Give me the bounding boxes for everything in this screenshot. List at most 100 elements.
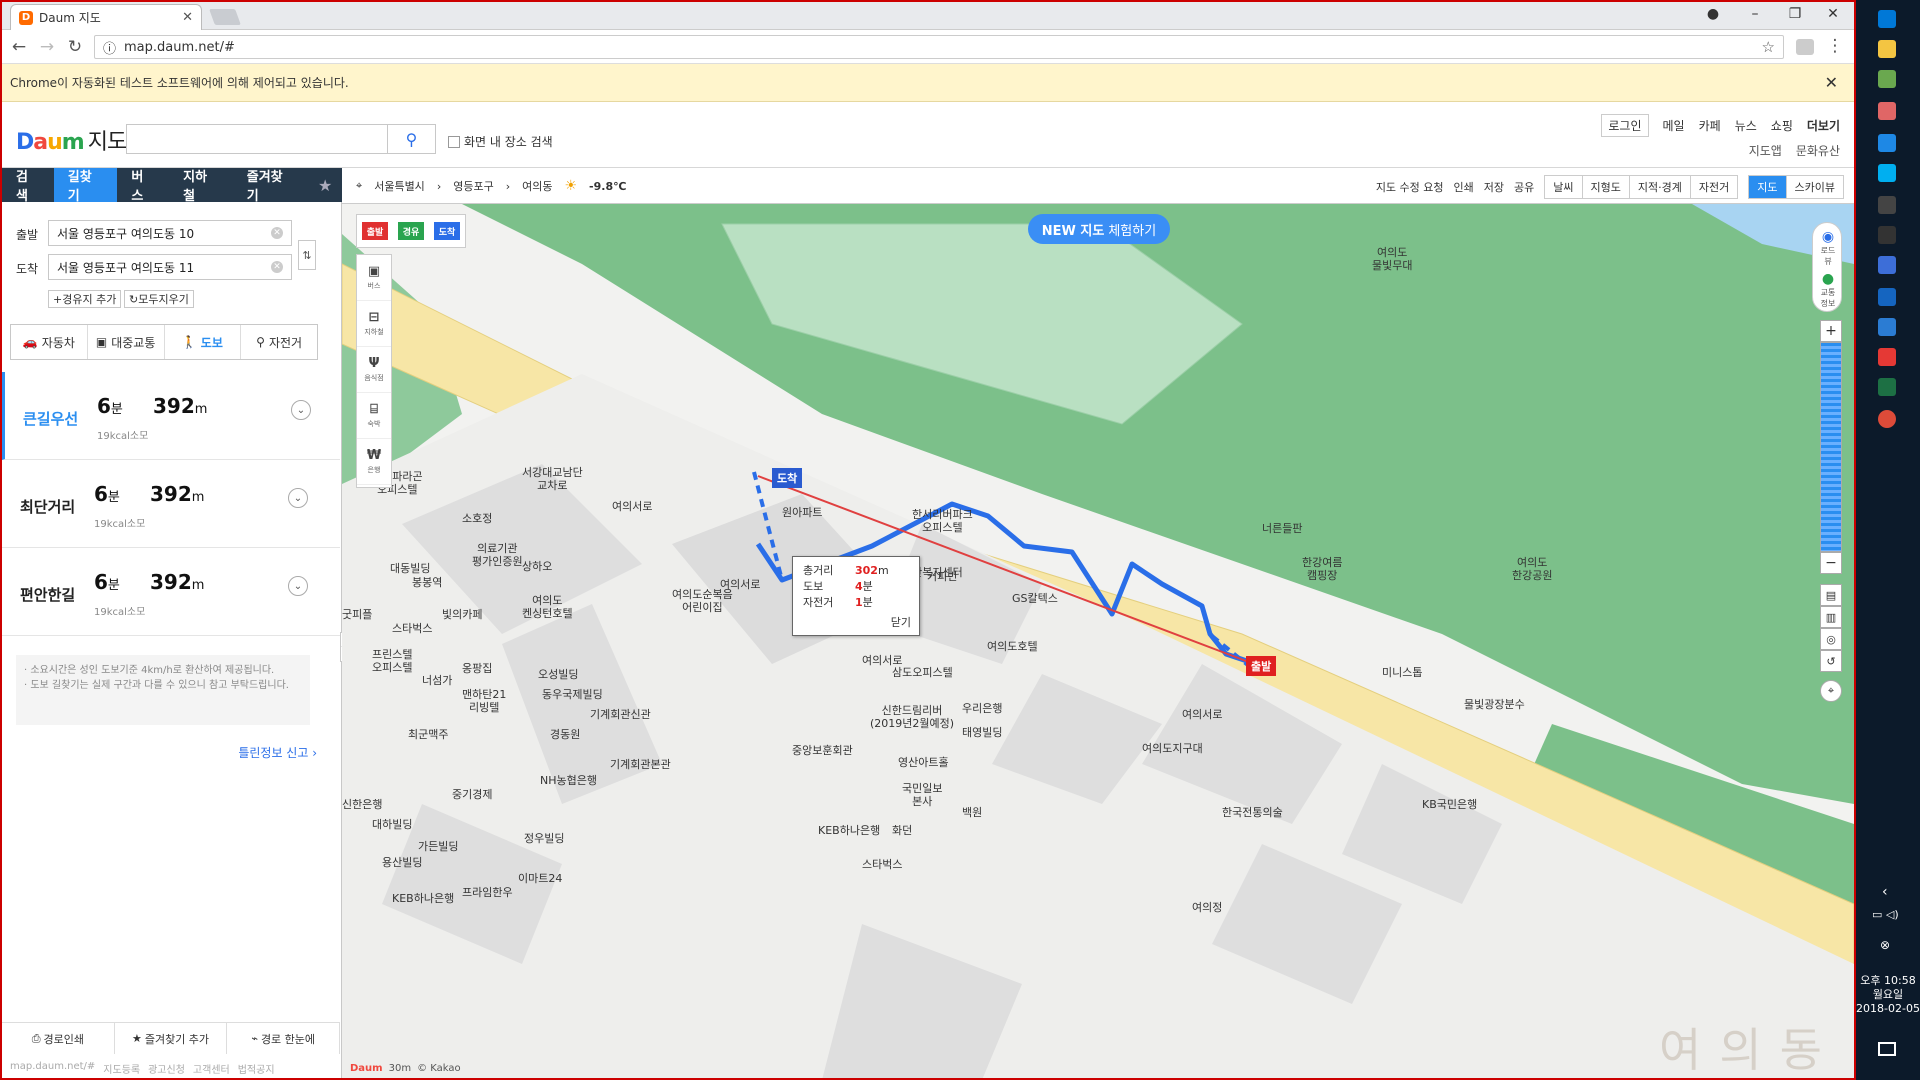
tray-expand-icon[interactable]: ‹ <box>1882 884 1888 900</box>
area-search-checkbox[interactable]: 화면 내 장소 검색 <box>448 133 553 150</box>
back-button[interactable]: ← <box>8 37 30 57</box>
map-place-label[interactable]: 미니스톱 <box>1382 666 1422 679</box>
area-icon[interactable]: ▥ <box>1820 606 1842 628</box>
close-tray-icon[interactable]: ⊗ <box>1880 938 1890 952</box>
map-place-label[interactable]: KEB하나은행 <box>818 824 880 837</box>
footer-link[interactable]: 광고신청 <box>148 1061 185 1076</box>
map-place-label[interactable]: 한서리버파크 오피스텔 <box>912 508 973 534</box>
save-link[interactable]: 저장 <box>1484 179 1504 195</box>
close-tab-icon[interactable]: ✕ <box>182 10 193 25</box>
app-icon[interactable] <box>1878 256 1896 274</box>
map-place-label[interactable]: 화던 <box>892 824 912 837</box>
map-place-label[interactable]: 영산아트홀 <box>898 756 949 769</box>
shopping-link[interactable]: 쇼핑 <box>1771 117 1793 134</box>
reload-button[interactable]: ↻ <box>64 37 86 57</box>
new-map-trial-button[interactable]: NEW 지도 체험하기 <box>1028 214 1170 244</box>
clear-all-button[interactable]: ↻ 모두지우기 <box>124 290 194 308</box>
map-place-label[interactable]: 우리은행 <box>962 702 1002 715</box>
mode-walk[interactable]: 🚶 도보 <box>165 325 242 359</box>
route-option[interactable]: 편안한길 6분 392m 19kcal소모 ⌄ <box>2 548 340 636</box>
map-place-label[interactable]: 커피빈 <box>927 570 957 583</box>
subway-category[interactable]: ⊟ 지하철 <box>357 301 391 347</box>
windows-start-icon[interactable] <box>1878 10 1896 28</box>
waypoint-flag-tool[interactable]: 경유 <box>398 222 424 240</box>
map-place-label[interactable]: 신한은행 <box>342 798 382 811</box>
map-place-label[interactable]: 중기경제 <box>452 788 492 801</box>
map-place-label[interactable]: 최군맥주 <box>408 728 448 741</box>
crumb-city[interactable]: 서울특별시 <box>374 178 425 194</box>
map-place-label[interactable]: 여의도호텔 <box>987 640 1038 653</box>
minimize-button[interactable]: – <box>1740 6 1770 22</box>
map-place-label[interactable]: 여의도 켄싱턴호텔 <box>522 594 573 620</box>
tab-directions[interactable]: 길찾기 <box>53 168 118 204</box>
map-place-label[interactable]: 한국전통의술 <box>1222 806 1283 819</box>
map-place-label[interactable]: 여의서로 <box>1182 708 1222 721</box>
bookmark-star-icon[interactable]: ☆ <box>1762 38 1775 56</box>
map-place-label[interactable]: 스타벅스 <box>392 622 432 635</box>
map-place-label[interactable]: 프라임한우 <box>462 886 513 899</box>
reset-icon[interactable]: ↺ <box>1820 650 1842 672</box>
crumb-dong[interactable]: 여의동 <box>522 178 552 194</box>
url-field[interactable]: ⓘ map.daum.net/# ☆ <box>94 35 1784 59</box>
chevron-down-icon[interactable]: ⌄ <box>291 400 311 420</box>
map-place-label[interactable]: 경동원 <box>550 728 580 741</box>
layer-bike[interactable]: 자전거 <box>1691 176 1737 198</box>
map-place-label[interactable]: 물빛광장분수 <box>1464 698 1525 711</box>
system-clock[interactable]: 오후 10:58 월요일 2018-02-05 <box>1856 974 1920 1016</box>
map-place-label[interactable]: 태영빌딩 <box>962 726 1002 739</box>
start-pin[interactable]: 출발 <box>1246 656 1277 676</box>
mode-bike[interactable]: ⚲ 자전거 <box>241 325 317 359</box>
excel-icon[interactable] <box>1878 378 1896 396</box>
daum-map-logo[interactable]: Daum 지도 <box>16 124 127 156</box>
map-place-label[interactable]: NH농협은행 <box>540 774 597 787</box>
steam-icon[interactable] <box>1878 196 1896 214</box>
footer-link[interactable]: 법적공지 <box>238 1061 275 1076</box>
map-place-label[interactable]: 신한드림리버 (2019년2월예정) <box>870 704 954 730</box>
map-place-label[interactable]: 맨하탄21 리빙텔 <box>462 688 506 714</box>
mode-transit[interactable]: ▣ 대중교통 <box>88 325 165 359</box>
login-link[interactable]: 로그인 <box>1601 114 1649 137</box>
skype-icon[interactable] <box>1878 164 1896 182</box>
crumb-district[interactable]: 영등포구 <box>453 178 493 194</box>
clear-origin-icon[interactable]: ✕ <box>271 227 283 239</box>
add-waypoint-button[interactable]: + 경유지 추가 <box>48 290 122 308</box>
powershell-icon[interactable] <box>1878 288 1896 306</box>
map-place-label[interactable]: GS칼텍스 <box>1012 592 1058 605</box>
map-canvas[interactable]: 서강대교남단 교차로 여의서로 여의서로 여의서로 여의서로 여의도 물빛무대 너른들판 한강… <box>342 204 1854 1078</box>
map-place-label[interactable]: 의료기관 평가인증원 <box>472 542 523 568</box>
map-app-link[interactable]: 지도앱 <box>1749 142 1782 159</box>
info-icon[interactable]: ⓘ <box>103 38 116 57</box>
tab-search[interactable]: 검색 <box>2 168 54 204</box>
add-favorite-button[interactable]: ★ 즐겨찾기 추가 <box>115 1023 228 1054</box>
report-error-link[interactable]: 틀린정보 신고 › <box>238 744 317 761</box>
map-place-label[interactable]: 소호정 <box>462 512 492 525</box>
map-type-map[interactable]: 지도 <box>1749 176 1787 198</box>
map-place-label[interactable]: 정우빌딩 <box>524 832 564 845</box>
file-explorer-icon[interactable] <box>1878 40 1896 58</box>
print-route-button[interactable]: ⎙ 경로인쇄 <box>2 1023 115 1054</box>
map-place-label[interactable]: 여의도순복음 어린이집 <box>672 588 733 614</box>
infobar-close-icon[interactable]: ✕ <box>1825 73 1846 92</box>
dest-input[interactable]: 서울 영등포구 여의도동 11 ✕ <box>48 254 292 280</box>
start-flag-tool[interactable]: 출발 <box>362 222 388 240</box>
share-link[interactable]: 공유 <box>1514 179 1534 195</box>
more-link[interactable]: 더보기 <box>1807 117 1840 134</box>
news-link[interactable]: 뉴스 <box>1735 117 1757 134</box>
map-place-label[interactable]: 여의도 한강공원 <box>1512 556 1552 582</box>
zoom-in-button[interactable]: + <box>1820 320 1842 342</box>
map-place-label[interactable]: 원아파트 <box>782 506 822 519</box>
mode-car[interactable]: 🚗 자동차 <box>11 325 88 359</box>
mail-link[interactable]: 메일 <box>1663 117 1685 134</box>
restaurant-category[interactable]: Ψ 음식점 <box>357 347 391 393</box>
footer-link[interactable]: 고객센터 <box>193 1061 230 1076</box>
map-place-label[interactable]: 오성빌딩 <box>538 668 578 681</box>
map-place-label[interactable]: 동우국제빌딩 <box>542 688 603 701</box>
vscode-icon[interactable] <box>1878 318 1896 336</box>
extension-icon[interactable] <box>1796 39 1814 55</box>
map-place-label[interactable]: 여의정 <box>1192 901 1222 914</box>
map-place-label[interactable]: 대동빌딩 <box>390 562 430 575</box>
map-place-label[interactable]: 가든빌딩 <box>418 840 458 853</box>
tab-favorites[interactable]: 즐겨찾기 <box>233 168 309 204</box>
map-place-label[interactable]: 너섬가 <box>422 674 452 687</box>
search-input[interactable] <box>126 124 388 154</box>
